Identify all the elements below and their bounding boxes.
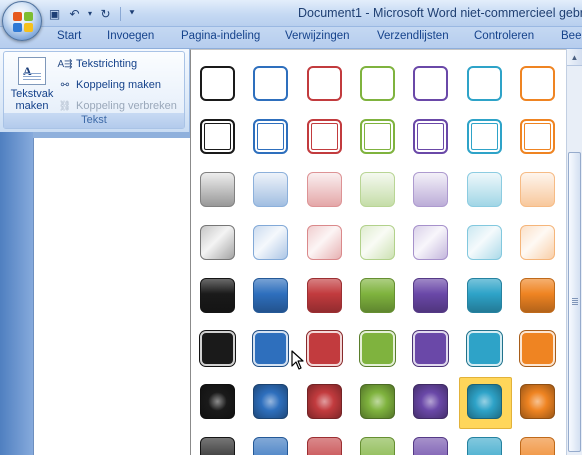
style-swatch-green-soft-gradient[interactable] <box>360 172 395 207</box>
style-swatch-black-glossy-light[interactable] <box>200 225 235 260</box>
document-margin <box>0 132 33 455</box>
style-swatch-green-partial[interactable] <box>360 437 395 455</box>
style-swatch-cyan-intense-star[interactable] <box>467 384 502 419</box>
style-swatch-blue-outline-double[interactable] <box>253 119 288 154</box>
scroll-grip <box>572 298 578 306</box>
style-swatch-orange-intense-star[interactable] <box>520 384 555 419</box>
style-swatch-green-solid-border[interactable] <box>360 331 395 366</box>
style-swatch-red-outline-thin[interactable] <box>307 66 342 101</box>
style-swatch-black-glossy-dark[interactable] <box>200 278 235 313</box>
style-swatch-red-intense-star[interactable] <box>307 384 342 419</box>
style-swatch-cyan-partial[interactable] <box>467 437 502 455</box>
style-swatch-green-intense-star[interactable] <box>360 384 395 419</box>
style-swatch-purple-outline-thin[interactable] <box>413 66 448 101</box>
office-button[interactable] <box>2 1 42 41</box>
tab-controleren[interactable]: Controleren <box>474 30 534 42</box>
style-swatch-blue-partial[interactable] <box>253 437 288 455</box>
tab-start[interactable]: Start <box>57 30 81 42</box>
text-direction-icon: A⇶ <box>57 58 73 70</box>
break-link-button: ⛓ Koppeling verbreken <box>57 98 177 114</box>
scroll-thumb[interactable] <box>568 152 581 452</box>
ribbon-tab-bar: Start Invoegen Pagina-indeling Verwijzingen… <box>0 27 582 49</box>
style-swatch-purple-solid-border[interactable] <box>413 331 448 366</box>
style-swatch-cyan-solid-border[interactable] <box>467 331 502 366</box>
style-swatch-cyan-glossy-light[interactable] <box>467 225 502 260</box>
tab-beeld[interactable]: Beeld <box>561 30 582 42</box>
style-swatch-orange-soft-gradient[interactable] <box>520 172 555 207</box>
style-swatch-orange-outline-thin[interactable] <box>520 66 555 101</box>
ribbon-panel: A Tekstvak maken A⇶ Tekstrichting ⚯ Kopp… <box>0 49 190 132</box>
textbox-icon: A <box>18 57 46 85</box>
style-swatch-black-soft-gradient[interactable] <box>200 172 235 207</box>
office-logo-icon <box>13 12 33 32</box>
text-direction-button[interactable]: A⇶ Tekstrichting <box>57 56 137 72</box>
style-swatch-orange-glossy-dark[interactable] <box>520 278 555 313</box>
style-swatch-purple-glossy-dark[interactable] <box>413 278 448 313</box>
tab-verwijzingen[interactable]: Verwijzingen <box>285 30 350 42</box>
ribbon-group-text: A Tekstvak maken A⇶ Tekstrichting ⚯ Kopp… <box>3 51 185 129</box>
style-swatch-blue-solid-border[interactable] <box>253 331 288 366</box>
style-swatch-cyan-outline-thin[interactable] <box>467 66 502 101</box>
quick-access-toolbar: ▣ ↶ ▾ ↻ ⯆ <box>46 5 137 22</box>
shape-style-gallery <box>190 49 582 455</box>
document-page[interactable] <box>33 138 190 455</box>
dropdown-icon[interactable]: ▾ <box>86 5 94 22</box>
style-swatch-black-solid-border[interactable] <box>200 331 235 366</box>
style-swatch-black-intense-star[interactable] <box>200 384 235 419</box>
style-swatch-green-outline-thin[interactable] <box>360 66 395 101</box>
style-swatch-orange-glossy-light[interactable] <box>520 225 555 260</box>
style-swatch-purple-soft-gradient[interactable] <box>413 172 448 207</box>
style-swatch-black-partial[interactable] <box>200 437 235 455</box>
tab-verzendlijsten[interactable]: Verzendlijsten <box>377 30 449 42</box>
style-swatch-purple-glossy-light[interactable] <box>413 225 448 260</box>
style-swatch-orange-partial[interactable] <box>520 437 555 455</box>
style-swatch-red-soft-gradient[interactable] <box>307 172 342 207</box>
create-link-button[interactable]: ⚯ Koppeling maken <box>57 77 161 93</box>
style-swatch-red-outline-double[interactable] <box>307 119 342 154</box>
style-swatch-purple-intense-star[interactable] <box>413 384 448 419</box>
window-title: Document1 - Microsoft Word niet-commerci… <box>298 6 582 20</box>
style-swatch-orange-outline-double[interactable] <box>520 119 555 154</box>
style-swatch-red-glossy-dark[interactable] <box>307 278 342 313</box>
style-swatch-blue-soft-gradient[interactable] <box>253 172 288 207</box>
style-swatch-orange-solid-border[interactable] <box>520 331 555 366</box>
style-swatch-green-glossy-dark[interactable] <box>360 278 395 313</box>
redo-icon[interactable]: ↻ <box>97 5 114 22</box>
style-swatch-green-glossy-light[interactable] <box>360 225 395 260</box>
save-icon[interactable]: ▣ <box>46 5 63 22</box>
style-swatch-blue-outline-thin[interactable] <box>253 66 288 101</box>
style-swatch-black-outline-double[interactable] <box>200 119 235 154</box>
style-swatch-cyan-glossy-dark[interactable] <box>467 278 502 313</box>
tab-pagina-indeling[interactable]: Pagina-indeling <box>181 30 260 42</box>
link-icon: ⚯ <box>60 79 70 91</box>
create-textbox-label: Tekstvak maken <box>10 88 54 112</box>
group-label: Tekst <box>4 113 184 128</box>
scroll-up-button[interactable]: ▲ <box>567 49 582 66</box>
mouse-pointer-icon <box>291 350 304 370</box>
style-swatch-red-partial[interactable] <box>307 437 342 455</box>
style-swatch-cyan-soft-gradient[interactable] <box>467 172 502 207</box>
style-swatch-red-glossy-light[interactable] <box>307 225 342 260</box>
style-swatch-purple-outline-double[interactable] <box>413 119 448 154</box>
style-swatch-cyan-outline-double[interactable] <box>467 119 502 154</box>
customize-icon[interactable]: ⯆ <box>127 5 137 22</box>
style-swatch-blue-glossy-dark[interactable] <box>253 278 288 313</box>
title-bar: ▣ ↶ ▾ ↻ ⯆ Document1 - Microsoft Word nie… <box>0 0 582 27</box>
create-textbox-button[interactable]: A Tekstvak maken <box>8 57 56 117</box>
undo-icon[interactable]: ↶ <box>66 5 83 22</box>
style-swatch-blue-intense-star[interactable] <box>253 384 288 419</box>
style-swatch-green-outline-double[interactable] <box>360 119 395 154</box>
style-swatch-blue-glossy-light[interactable] <box>253 225 288 260</box>
gallery-scrollbar[interactable]: ▲ <box>566 49 582 455</box>
break-link-label: Koppeling verbreken <box>76 100 177 112</box>
tab-invoegen[interactable]: Invoegen <box>107 30 154 42</box>
broken-link-icon: ⛓ <box>58 100 72 112</box>
style-swatch-red-solid-border[interactable] <box>307 331 342 366</box>
text-direction-label: Tekstrichting <box>76 58 138 70</box>
style-swatch-black-outline-thin[interactable] <box>200 66 235 101</box>
separator <box>120 6 121 21</box>
create-link-label: Koppeling maken <box>76 79 162 91</box>
style-swatch-purple-partial[interactable] <box>413 437 448 455</box>
